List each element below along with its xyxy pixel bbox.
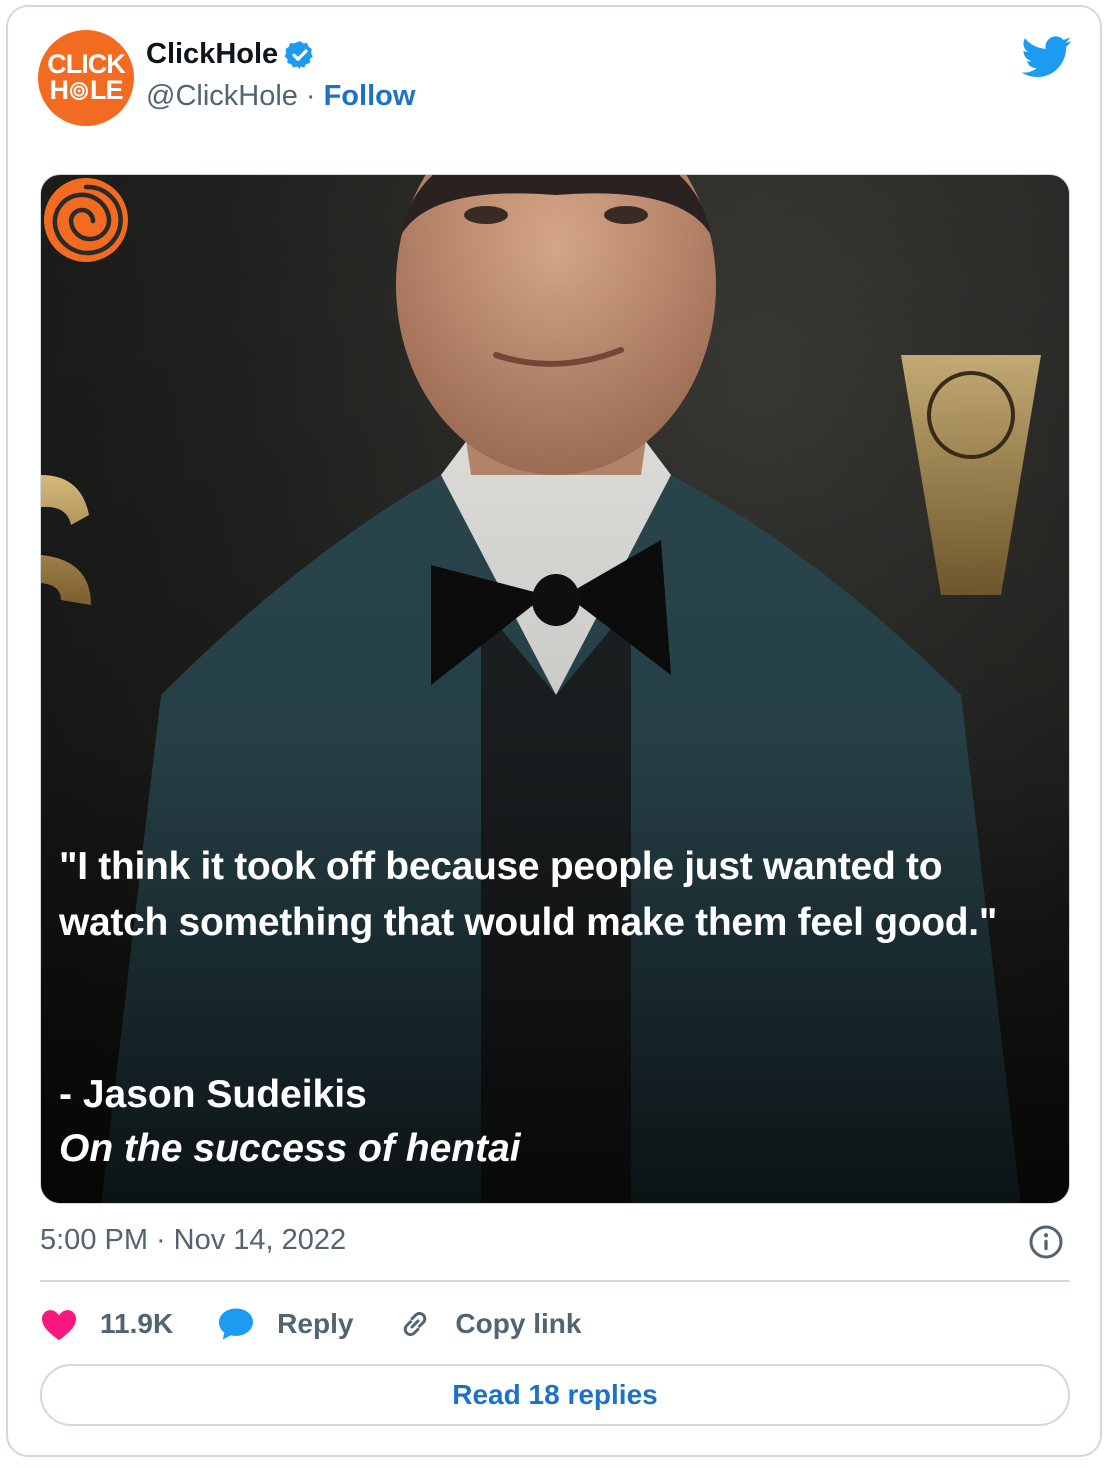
quote-text: "I think it took off because people just…: [59, 845, 998, 944]
copy-link-label: Copy link: [455, 1308, 582, 1339]
like-count: 11.9K: [100, 1308, 174, 1339]
twitter-bird-icon[interactable]: [1022, 36, 1072, 78]
swirl-icon: [69, 81, 88, 100]
separator-dot: ·: [156, 1224, 166, 1256]
author-handle[interactable]: @ClickHole: [146, 80, 298, 113]
photo-illustration: [41, 175, 1069, 1203]
avatar-text-line2: H LE: [49, 75, 123, 105]
avatar[interactable]: CLICK H LE: [38, 30, 134, 126]
reply-label: Reply: [277, 1308, 354, 1339]
copy-link-button[interactable]: Copy link: [397, 1306, 581, 1342]
info-icon[interactable]: [1028, 1224, 1064, 1260]
quote-subtitle: On the success of hentai: [59, 1127, 521, 1170]
action-bar: 11.9K Reply Copy link: [40, 1300, 625, 1348]
tweet-date: Nov 14, 2022: [173, 1224, 347, 1256]
like-button[interactable]: 11.9K: [40, 1307, 173, 1341]
quote-attribution: - Jason Sudeikis: [59, 1073, 367, 1116]
author-name[interactable]: ClickHole: [146, 38, 278, 71]
verified-badge-icon: [284, 40, 313, 69]
link-icon: [404, 1311, 427, 1337]
reply-button[interactable]: Reply: [217, 1307, 353, 1341]
separator-dot: ·: [305, 80, 316, 112]
follow-button[interactable]: Follow: [324, 80, 416, 113]
tweet-timestamp[interactable]: 5:00 PM · Nov 14, 2022: [40, 1224, 346, 1257]
read-replies-button[interactable]: Read 18 replies: [40, 1364, 1070, 1426]
handle-row: @ClickHole · Follow: [146, 80, 415, 113]
heart-icon: [42, 1310, 76, 1341]
tweet-time: 5:00 PM: [40, 1224, 148, 1256]
author-name-row[interactable]: ClickHole: [146, 38, 316, 71]
tweet-image[interactable]: "I think it took off because people just…: [40, 174, 1070, 1204]
clickhole-swirl-logo-icon: [44, 178, 128, 262]
reply-bubble-icon: [219, 1308, 254, 1340]
divider: [40, 1280, 1070, 1282]
